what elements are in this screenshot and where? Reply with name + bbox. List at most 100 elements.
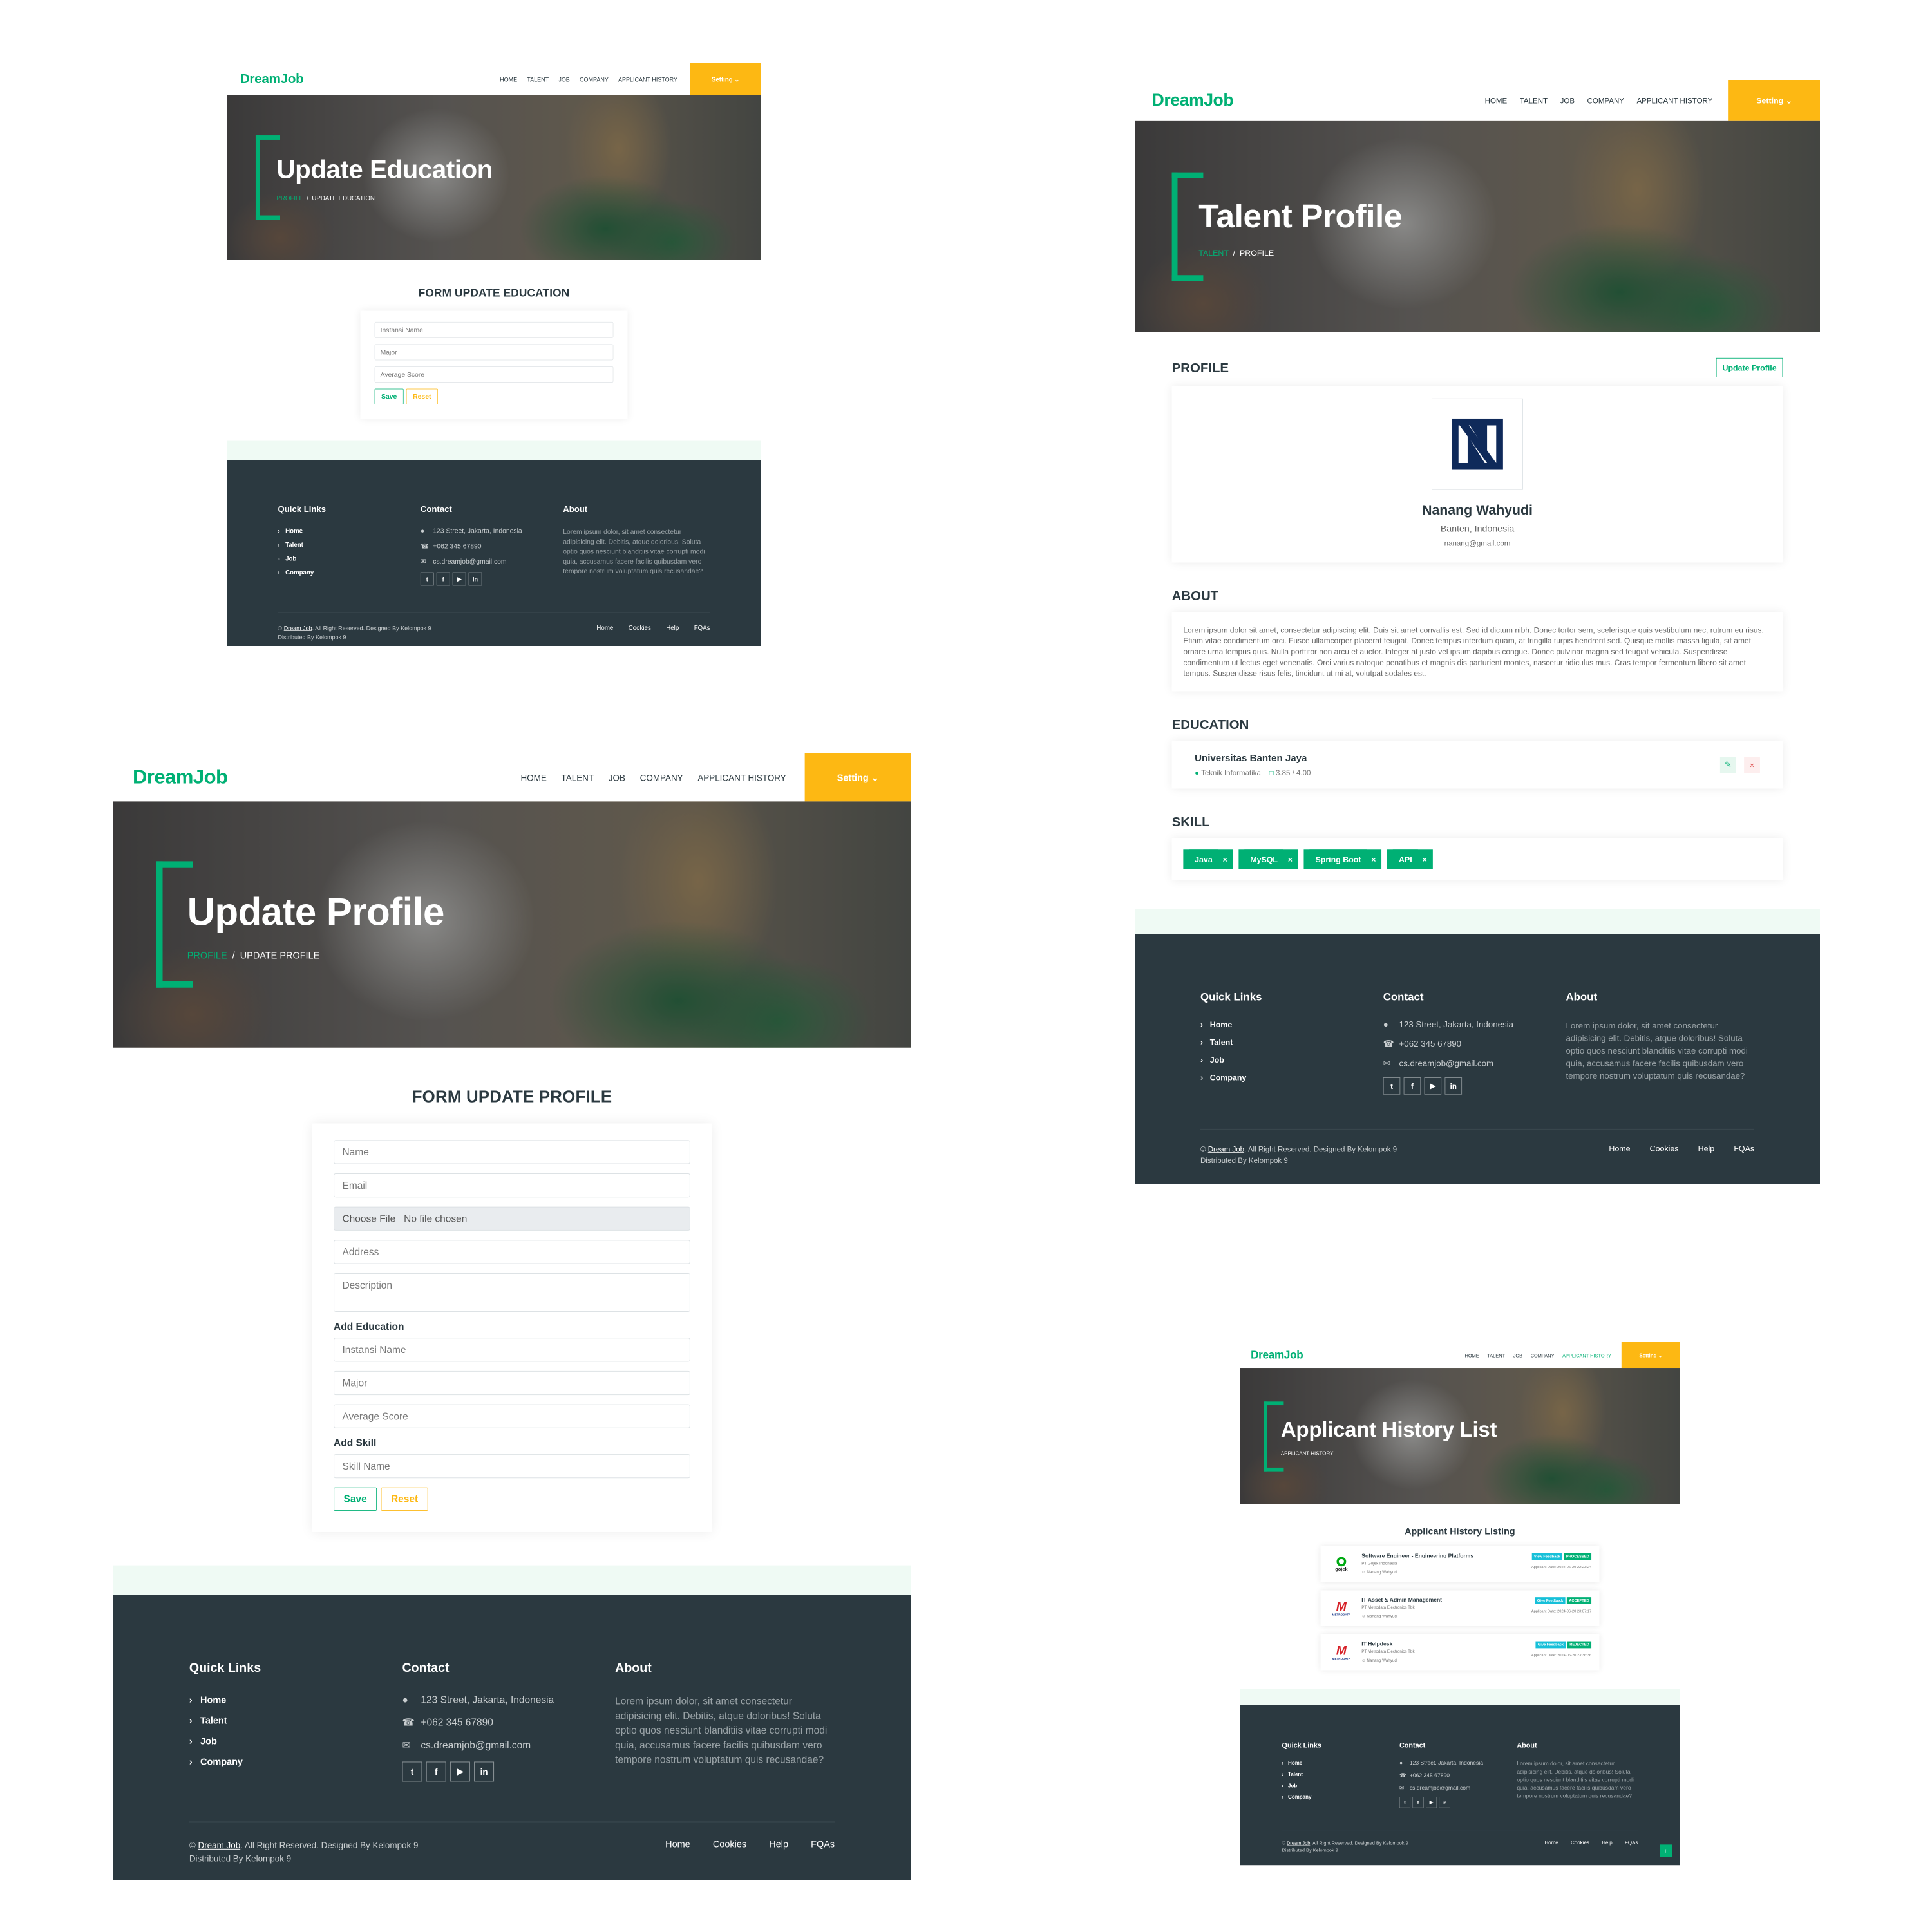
name-input[interactable]: Name — [334, 1140, 690, 1164]
nav-job[interactable]: JOB — [1560, 96, 1575, 104]
youtube-icon[interactable]: ▶ — [450, 1761, 470, 1782]
save-button[interactable]: Save — [334, 1487, 377, 1511]
copyright-link[interactable]: Dream Job — [198, 1840, 240, 1850]
file-input[interactable]: Choose File No file chosen — [334, 1206, 690, 1231]
delete-icon[interactable]: × — [1744, 757, 1760, 773]
skill-tag[interactable]: Java × — [1183, 849, 1233, 869]
footer-link-talent[interactable]: Talent — [278, 541, 421, 548]
history-item[interactable]: M METRODATA IT Asset & Admin Management PT… — [1320, 1590, 1599, 1626]
nav-applicant-history[interactable]: APPLICANT HISTORY — [1636, 96, 1712, 104]
footer-link-job[interactable]: Job — [1200, 1055, 1383, 1064]
facebook-icon[interactable]: f — [1403, 1077, 1421, 1095]
feedback-button[interactable]: Give Feedback — [1535, 1597, 1566, 1604]
edit-icon[interactable]: ✎ — [1719, 757, 1736, 773]
breadcrumb-link[interactable]: PROFILE — [187, 950, 227, 961]
instansi-name-input[interactable]: Instansi Name — [374, 321, 614, 338]
footer-bottom-cookies[interactable]: Cookies — [1650, 1144, 1679, 1166]
footer-bottom-help[interactable]: Help — [666, 624, 679, 642]
footer-bottom-help[interactable]: Help — [1602, 1839, 1612, 1854]
footer-bottom-fqas[interactable]: FQAs — [694, 624, 710, 642]
nav-company[interactable]: COMPANY — [640, 772, 683, 782]
footer-link-talent[interactable]: Talent — [1200, 1037, 1383, 1046]
footer-link-talent[interactable]: Talent — [1282, 1771, 1399, 1777]
copyright-link[interactable]: Dream Job — [1208, 1145, 1244, 1153]
save-button[interactable]: Save — [374, 388, 404, 404]
setting-dropdown[interactable]: Setting ⌄ — [690, 63, 761, 95]
skill-tag[interactable]: MySQL × — [1238, 849, 1298, 869]
linkedin-icon[interactable]: in — [1439, 1797, 1450, 1808]
facebook-icon[interactable]: f — [426, 1761, 446, 1782]
footer-link-company[interactable]: Company — [1200, 1073, 1383, 1082]
nav-company[interactable]: COMPANY — [1587, 96, 1624, 104]
brand-logo[interactable]: DreamJob — [1251, 1349, 1303, 1361]
nav-job[interactable]: JOB — [609, 772, 625, 782]
skill-tag[interactable]: Spring Boot × — [1303, 849, 1382, 869]
email-input[interactable]: Email — [334, 1173, 690, 1198]
facebook-icon[interactable]: f — [436, 572, 450, 586]
nav-home[interactable]: HOME — [1485, 96, 1508, 104]
youtube-icon[interactable]: ▶ — [1424, 1077, 1442, 1095]
footer-bottom-cookies[interactable]: Cookies — [629, 624, 651, 642]
footer-bottom-fqas[interactable]: FQAs — [1625, 1839, 1638, 1854]
youtube-icon[interactable]: ▶ — [452, 572, 466, 586]
footer-link-company[interactable]: Company — [189, 1756, 402, 1767]
skill-name-input[interactable]: Skill Name — [334, 1454, 690, 1479]
brand-logo[interactable]: DreamJob — [240, 71, 304, 87]
footer-bottom-home[interactable]: Home — [1544, 1839, 1558, 1854]
reset-button[interactable]: Reset — [381, 1487, 428, 1511]
instansi-name-input[interactable]: Instansi Name — [334, 1338, 690, 1362]
update-profile-button[interactable]: Update Profile — [1716, 357, 1783, 377]
footer-link-company[interactable]: Company — [278, 569, 421, 576]
copyright-link[interactable]: Dream Job — [1287, 1840, 1310, 1846]
linkedin-icon[interactable]: in — [468, 572, 482, 586]
nav-talent[interactable]: TALENT — [527, 76, 549, 82]
breadcrumb-link[interactable]: TALENT — [1198, 249, 1228, 258]
twitter-icon[interactable]: t — [402, 1761, 422, 1782]
setting-dropdown[interactable]: Setting ⌄ — [804, 753, 911, 802]
footer-bottom-help[interactable]: Help — [1698, 1144, 1715, 1166]
linkedin-icon[interactable]: in — [1444, 1077, 1463, 1095]
nav-home[interactable]: HOME — [500, 76, 517, 82]
footer-bottom-help[interactable]: Help — [769, 1839, 788, 1865]
linkedin-icon[interactable]: in — [474, 1761, 495, 1782]
major-input[interactable]: Major — [334, 1370, 690, 1396]
nav-job[interactable]: JOB — [558, 76, 569, 82]
twitter-icon[interactable]: t — [1383, 1077, 1401, 1095]
history-item[interactable]: gojek Software Engineer - Engineering Pl… — [1320, 1546, 1599, 1582]
major-input[interactable]: Major — [374, 344, 614, 361]
average-score-input[interactable]: Average Score — [334, 1404, 690, 1428]
footer-link-home[interactable]: Home — [1282, 1760, 1399, 1766]
copyright-link[interactable]: Dream Job — [284, 625, 312, 631]
footer-link-home[interactable]: Home — [1200, 1020, 1383, 1029]
nav-job[interactable]: JOB — [1513, 1352, 1522, 1358]
footer-bottom-cookies[interactable]: Cookies — [713, 1839, 746, 1865]
footer-bottom-home[interactable]: Home — [596, 624, 613, 642]
nav-talent[interactable]: TALENT — [1520, 96, 1548, 104]
setting-dropdown[interactable]: Setting ⌄ — [1728, 80, 1820, 121]
footer-link-talent[interactable]: Talent — [189, 1715, 402, 1726]
footer-link-home[interactable]: Home — [189, 1694, 402, 1705]
twitter-icon[interactable]: t — [1399, 1797, 1411, 1808]
footer-link-company[interactable]: Company — [1282, 1794, 1399, 1800]
feedback-button[interactable]: Give Feedback — [1535, 1641, 1566, 1649]
address-input[interactable]: Address — [334, 1240, 690, 1264]
skill-tag[interactable]: API × — [1387, 849, 1433, 869]
footer-bottom-fqas[interactable]: FQAs — [1734, 1144, 1754, 1166]
setting-dropdown[interactable]: Setting ⌄ — [1621, 1342, 1680, 1369]
description-textarea[interactable]: Description — [334, 1273, 690, 1312]
nav-home[interactable]: HOME — [521, 772, 547, 782]
breadcrumb-link[interactable]: PROFILE — [276, 194, 303, 202]
brand-logo[interactable]: DreamJob — [1152, 91, 1234, 110]
footer-link-job[interactable]: Job — [189, 1736, 402, 1747]
brand-logo[interactable]: DreamJob — [133, 766, 228, 789]
twitter-icon[interactable]: t — [420, 572, 434, 586]
back-to-top-button[interactable]: ↑ — [1660, 1844, 1672, 1857]
reset-button[interactable]: Reset — [406, 388, 438, 404]
history-item[interactable]: M METRODATA IT Helpdesk PT Metrodata Elect… — [1320, 1634, 1599, 1671]
feedback-button[interactable]: View Feedback — [1531, 1553, 1563, 1560]
footer-link-job[interactable]: Job — [1282, 1783, 1399, 1788]
youtube-icon[interactable]: ▶ — [1425, 1797, 1437, 1808]
footer-bottom-cookies[interactable]: Cookies — [1571, 1839, 1589, 1854]
average-score-input[interactable]: Average Score — [374, 366, 614, 383]
footer-link-home[interactable]: Home — [278, 527, 421, 535]
